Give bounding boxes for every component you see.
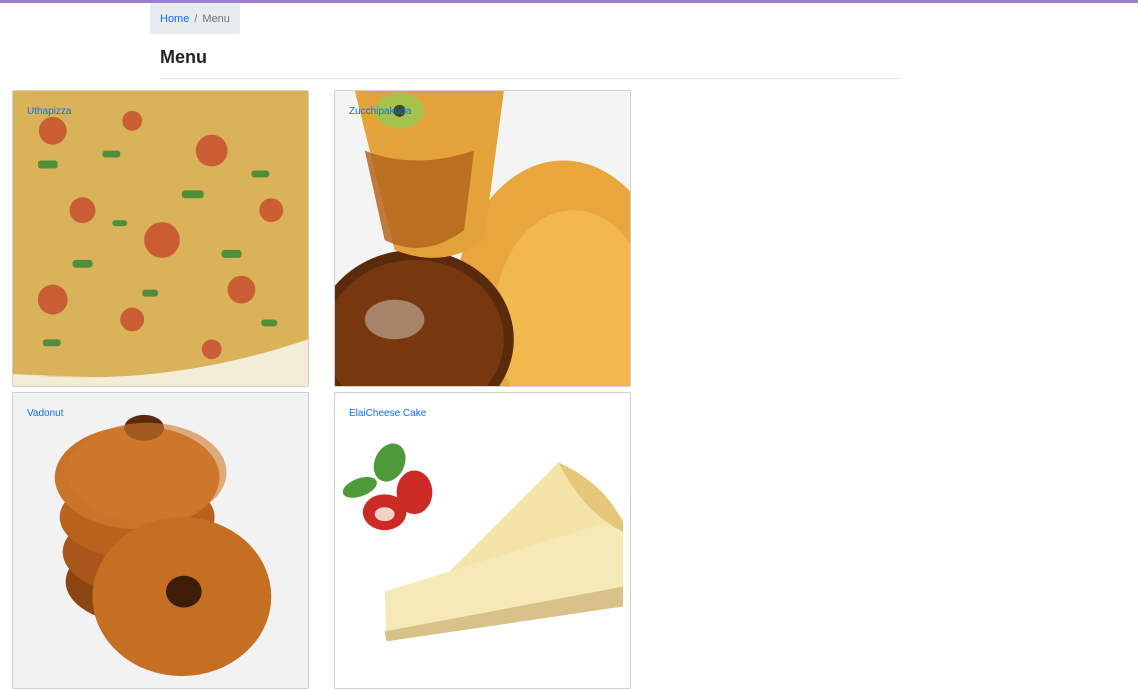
dish-card-elaicheese-cake[interactable]: ElaiCheese Cake: [334, 392, 631, 689]
breadcrumb-current: Menu: [202, 12, 230, 25]
main-container: Home / Menu Menu: [150, 3, 900, 79]
dish-card-vadonut[interactable]: Vadonut: [12, 392, 309, 689]
breadcrumb-home-link[interactable]: Home: [160, 13, 189, 25]
dish-name[interactable]: Uthapizza: [27, 106, 71, 117]
dish-name[interactable]: Vadonut: [27, 408, 64, 419]
breadcrumb-separator: /: [194, 12, 198, 25]
dish-card-zucchipakoda[interactable]: Zucchipakoda: [334, 90, 631, 387]
breadcrumb: Home / Menu: [150, 3, 240, 34]
dish-name[interactable]: ElaiCheese Cake: [349, 408, 426, 419]
page-title: Menu: [160, 47, 207, 67]
zucchipakoda-image: [335, 91, 630, 386]
cheesecake-image: [335, 393, 630, 688]
menu-grid: Uthapizza Zucchipakoda Vadonut ElaiChees…: [12, 90, 631, 689]
title-divider: [160, 78, 900, 79]
dish-name[interactable]: Zucchipakoda: [349, 106, 411, 117]
dish-card-uthapizza[interactable]: Uthapizza: [12, 90, 309, 387]
uthapizza-image: [13, 91, 308, 386]
vadonut-image: [13, 393, 308, 688]
